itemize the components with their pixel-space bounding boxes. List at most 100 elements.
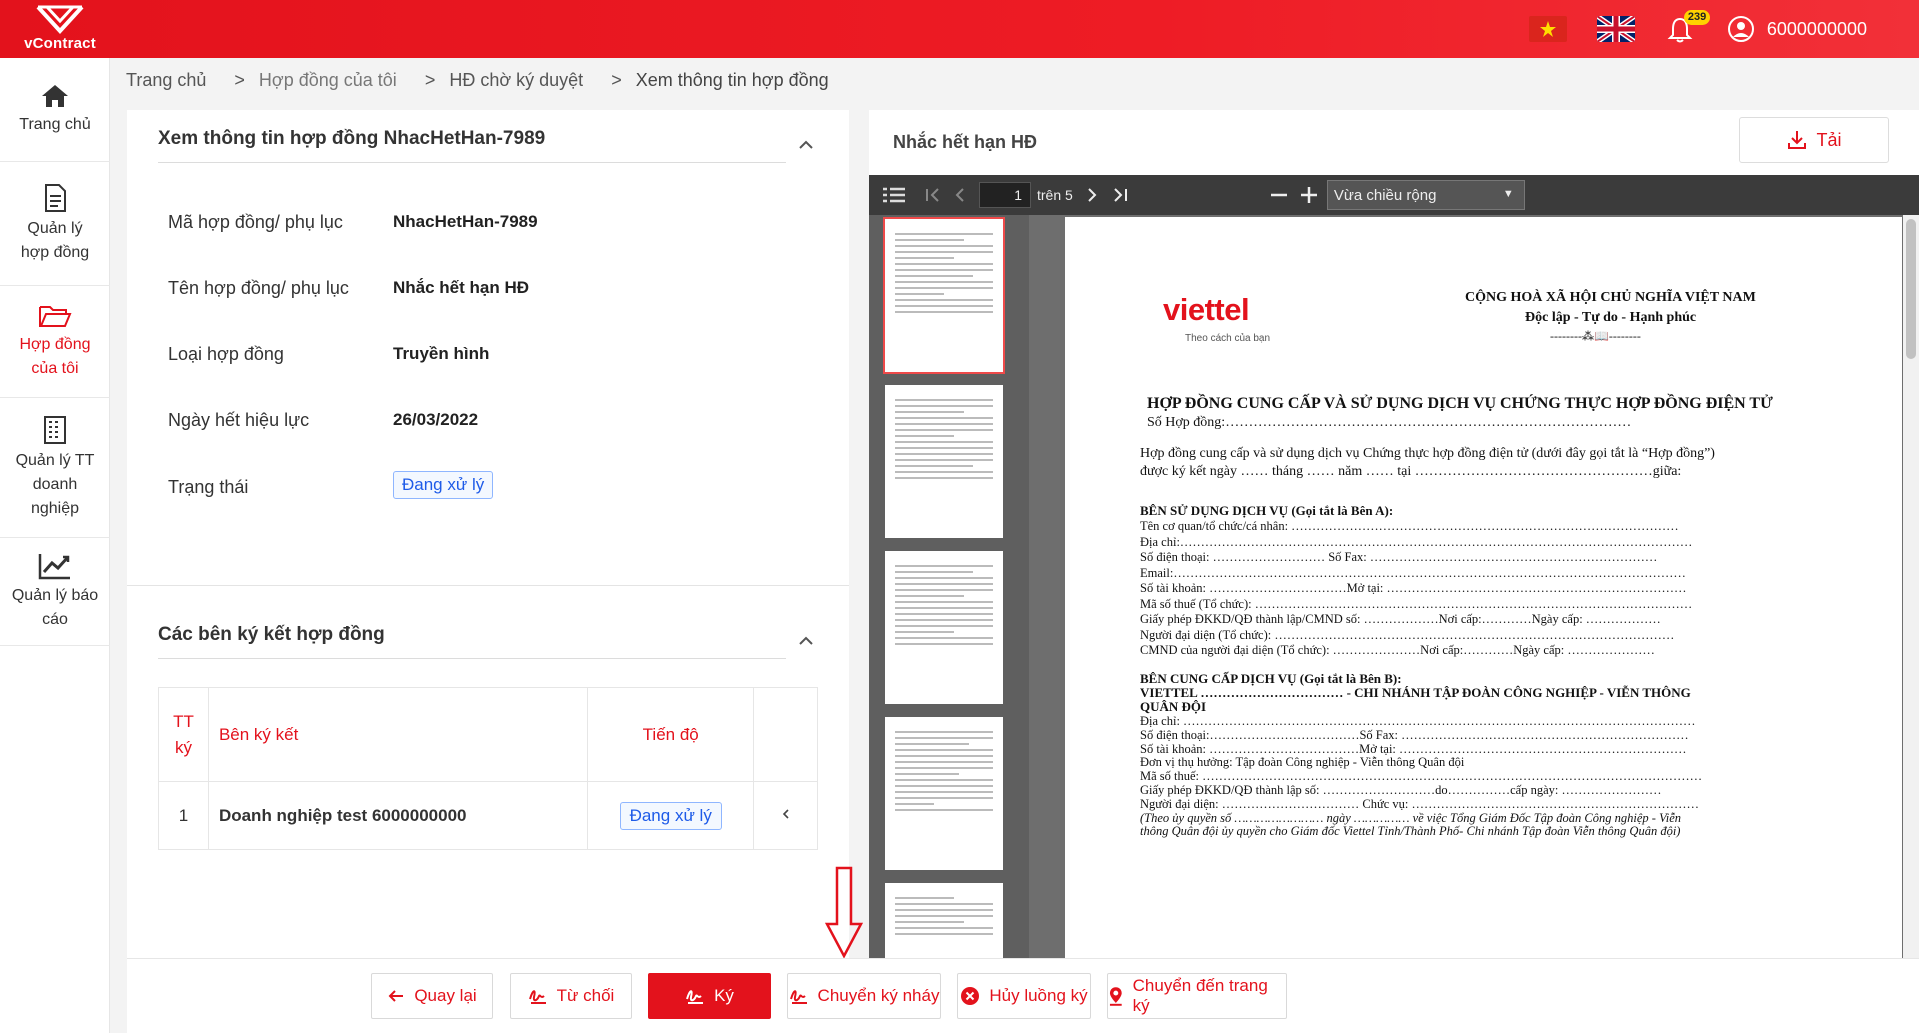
- notification-bell-icon[interactable]: 239: [1667, 10, 1711, 44]
- party-b-name-cont: QUÂN ĐỘI: [1140, 699, 1207, 714]
- sign-button[interactable]: Ký: [648, 973, 771, 1019]
- page-thumbnail[interactable]: [885, 883, 1003, 958]
- doc-title: HỢP ĐỒNG CUNG CẤP VÀ SỬ DỤNG DỊCH VỤ CHỨ…: [1147, 395, 1773, 412]
- doc-line: Mã số thuế (Tổ chức): …………………………………………………: [1140, 596, 1693, 611]
- chevron-left-icon[interactable]: [780, 807, 792, 821]
- sidebar: Trang chủ Quản lý hợp đồng Hợp đồng của …: [0, 58, 110, 1033]
- signers-title: Các bên ký kết hợp đồng: [158, 624, 385, 645]
- sidebar-item-reports[interactable]: Quản lý báo cáo: [0, 538, 110, 646]
- status-badge: Đang xử lý: [393, 471, 494, 499]
- doc-intro-line-2: được ký kết ngày …… tháng …… năm …… tại …: [1140, 464, 1682, 479]
- sidebar-item-label: Hợp đồng của tôi: [19, 335, 91, 377]
- collapse-chevron-icon[interactable]: [797, 632, 815, 650]
- expiry-date-label: Ngày hết hiệu lực: [168, 410, 310, 430]
- first-page-icon[interactable]: [925, 187, 943, 203]
- column-header-progress: Tiến độ: [587, 687, 755, 782]
- user-avatar-icon[interactable]: [1727, 15, 1755, 43]
- doc-line: Giấy phép ĐKKD/QĐ thành lập số: ………………………: [1140, 783, 1662, 797]
- sidebar-item-business-info[interactable]: Quản lý TT doanh nghiệp: [0, 398, 110, 538]
- contract-type-value: Truyền hình: [393, 344, 490, 363]
- home-icon: [42, 84, 68, 107]
- doc-header-ornament: --------⁂📖--------: [1550, 329, 1641, 343]
- page-thumbnail[interactable]: [885, 385, 1003, 538]
- forward-initial-button[interactable]: Chuyển ký nháy: [787, 973, 941, 1019]
- column-header-actions: [753, 687, 818, 782]
- location-pin-icon: [1109, 987, 1122, 1006]
- logo-icon: [36, 5, 84, 34]
- expand-row-cell[interactable]: [753, 781, 818, 850]
- sidebar-item-my-contracts[interactable]: Hợp đồng của tôi: [0, 286, 110, 398]
- vietnam-flag-icon[interactable]: [1528, 16, 1567, 42]
- signer-progress-badge: Đang xử lý: [619, 801, 722, 830]
- party-b-name: VIETTEL …………………………… - CHI NHÁNH TẬP ĐOÀN…: [1140, 685, 1691, 700]
- next-page-icon[interactable]: [1085, 187, 1099, 203]
- top-header: vContract 239 6000000000: [0, 0, 1919, 58]
- contract-info-panel: Xem thông tin hợp đồng NhacHetHan-7989 M…: [127, 110, 849, 958]
- sidebar-toggle-icon[interactable]: [883, 187, 905, 203]
- doc-line: Địa chỉ:………………………………………………………………………………………: [1140, 534, 1693, 549]
- signer-party: Doanh nghiệp test 6000000000: [207, 781, 589, 850]
- doc-line: CMND của người đại diện (Tổ chức): ………………: [1140, 643, 1655, 657]
- uk-flag-icon[interactable]: [1596, 16, 1635, 42]
- page-thumbnail[interactable]: [885, 551, 1003, 704]
- page-total: trên 5: [1037, 187, 1073, 203]
- prev-page-icon[interactable]: [953, 187, 967, 203]
- breadcrumb-separator: >: [424, 70, 436, 90]
- collapse-chevron-icon[interactable]: [797, 136, 815, 154]
- dropdown-arrow-icon: ▼: [1502, 188, 1514, 200]
- breadcrumb-pending[interactable]: HĐ chờ ký duyệt: [449, 70, 583, 91]
- arrow-left-icon: [388, 990, 404, 1002]
- viettel-tagline: Theo cách của bạn: [1185, 333, 1271, 344]
- doc-header-nation: CỘNG HOÀ XÃ HỘI CHỦ NGHĨA VIỆT NAM: [1465, 290, 1756, 305]
- action-bar: Quay lại Từ chối Ký Chuyển ký nháy Hủy l…: [127, 958, 1919, 1033]
- doc-line: Người đại diện: …………………………… Chức vụ: …………: [1140, 796, 1700, 811]
- doc-line: Tên cơ quan/tổ chức/cá nhân: ………………………………: [1140, 519, 1679, 533]
- sidebar-item-label: Quản lý báo cáo: [11, 586, 99, 628]
- reject-button[interactable]: Từ chối: [510, 973, 632, 1019]
- back-button[interactable]: Quay lại: [371, 973, 493, 1019]
- scrollbar-thumb[interactable]: [1906, 219, 1916, 359]
- signers-table: TT ký Bên ký kết Tiến độ 1 Doanh nghiệp …: [158, 687, 818, 850]
- document-icon: [45, 183, 66, 212]
- breadcrumb: Trang chủ > Hợp đồng của tôi > HĐ chờ ký…: [126, 70, 829, 91]
- doc-line: Số tài khoản: ……………………………Mở tại: ……………………: [1140, 581, 1687, 595]
- pdf-toolbar: 1 trên 5 Vừa chiều rộng ▼: [869, 175, 1919, 215]
- goto-sign-page-button[interactable]: Chuyển đến trang ký: [1107, 973, 1287, 1019]
- section-divider: [158, 162, 786, 163]
- contract-code-label: Mã hợp đồng/ phụ lục: [168, 212, 343, 232]
- doc-header-motto: Độc lập - Tự do - Hạnh phúc: [1525, 310, 1697, 325]
- folder-open-icon: [39, 305, 72, 327]
- chart-icon: [38, 553, 70, 579]
- signer-order: 1: [158, 781, 209, 850]
- page-thumbnail[interactable]: [883, 217, 1005, 374]
- status-label: Trạng thái: [168, 477, 249, 497]
- doc-line: Email:……………………………………………………………………………………………: [1140, 565, 1686, 580]
- sidebar-item-home[interactable]: Trang chủ: [0, 58, 110, 162]
- cancel-flow-button[interactable]: Hủy luồng ký: [957, 973, 1091, 1019]
- table-row: 1 Doanh nghiệp test 6000000000 Đang xử l…: [158, 781, 818, 850]
- pdf-scrollbar[interactable]: [1903, 215, 1919, 958]
- page-number-input[interactable]: 1: [979, 182, 1031, 208]
- zoom-out-icon[interactable]: [1269, 187, 1289, 203]
- vcontract-logo[interactable]: vContract: [14, 4, 106, 54]
- download-button[interactable]: Tải: [1739, 117, 1889, 163]
- signature-icon: [789, 990, 807, 1004]
- document-viewer-panel: Nhắc hết hạn HĐ Tải 1 trên 5 Vừa chiều r…: [869, 110, 1919, 958]
- doc-line: Giấy phép ĐKKD/QĐ thành lập/CMND số: …………: [1140, 612, 1661, 626]
- doc-intro-line-1: Hợp đồng cung cấp và sử dụng dịch vụ Chứ…: [1140, 446, 1715, 461]
- annotation-arrow-icon: [824, 866, 864, 958]
- sidebar-item-label: Quản lý TT doanh nghiệp: [15, 451, 95, 517]
- breadcrumb-home[interactable]: Trang chủ: [126, 70, 206, 91]
- forward-initial-label: Chuyển ký nháy: [817, 986, 940, 1005]
- zoom-in-icon[interactable]: [1299, 185, 1319, 205]
- page-thumbnail[interactable]: [885, 717, 1003, 870]
- user-name[interactable]: 6000000000: [1767, 19, 1867, 40]
- zoom-select[interactable]: Vừa chiều rộng ▼: [1326, 180, 1525, 210]
- doc-line: thông Quân đội ủy quyền cho Giám đốc Vie…: [1140, 824, 1681, 839]
- breadcrumb-my-contracts[interactable]: Hợp đồng của tôi: [259, 70, 397, 91]
- goto-sign-page-label: Chuyển đến trang ký: [1132, 976, 1268, 1015]
- sidebar-item-contract-management[interactable]: Quản lý hợp đồng: [0, 162, 110, 286]
- last-page-icon[interactable]: [1111, 187, 1129, 203]
- viettel-logo: viettel: [1163, 292, 1250, 327]
- signature-icon: [686, 990, 704, 1004]
